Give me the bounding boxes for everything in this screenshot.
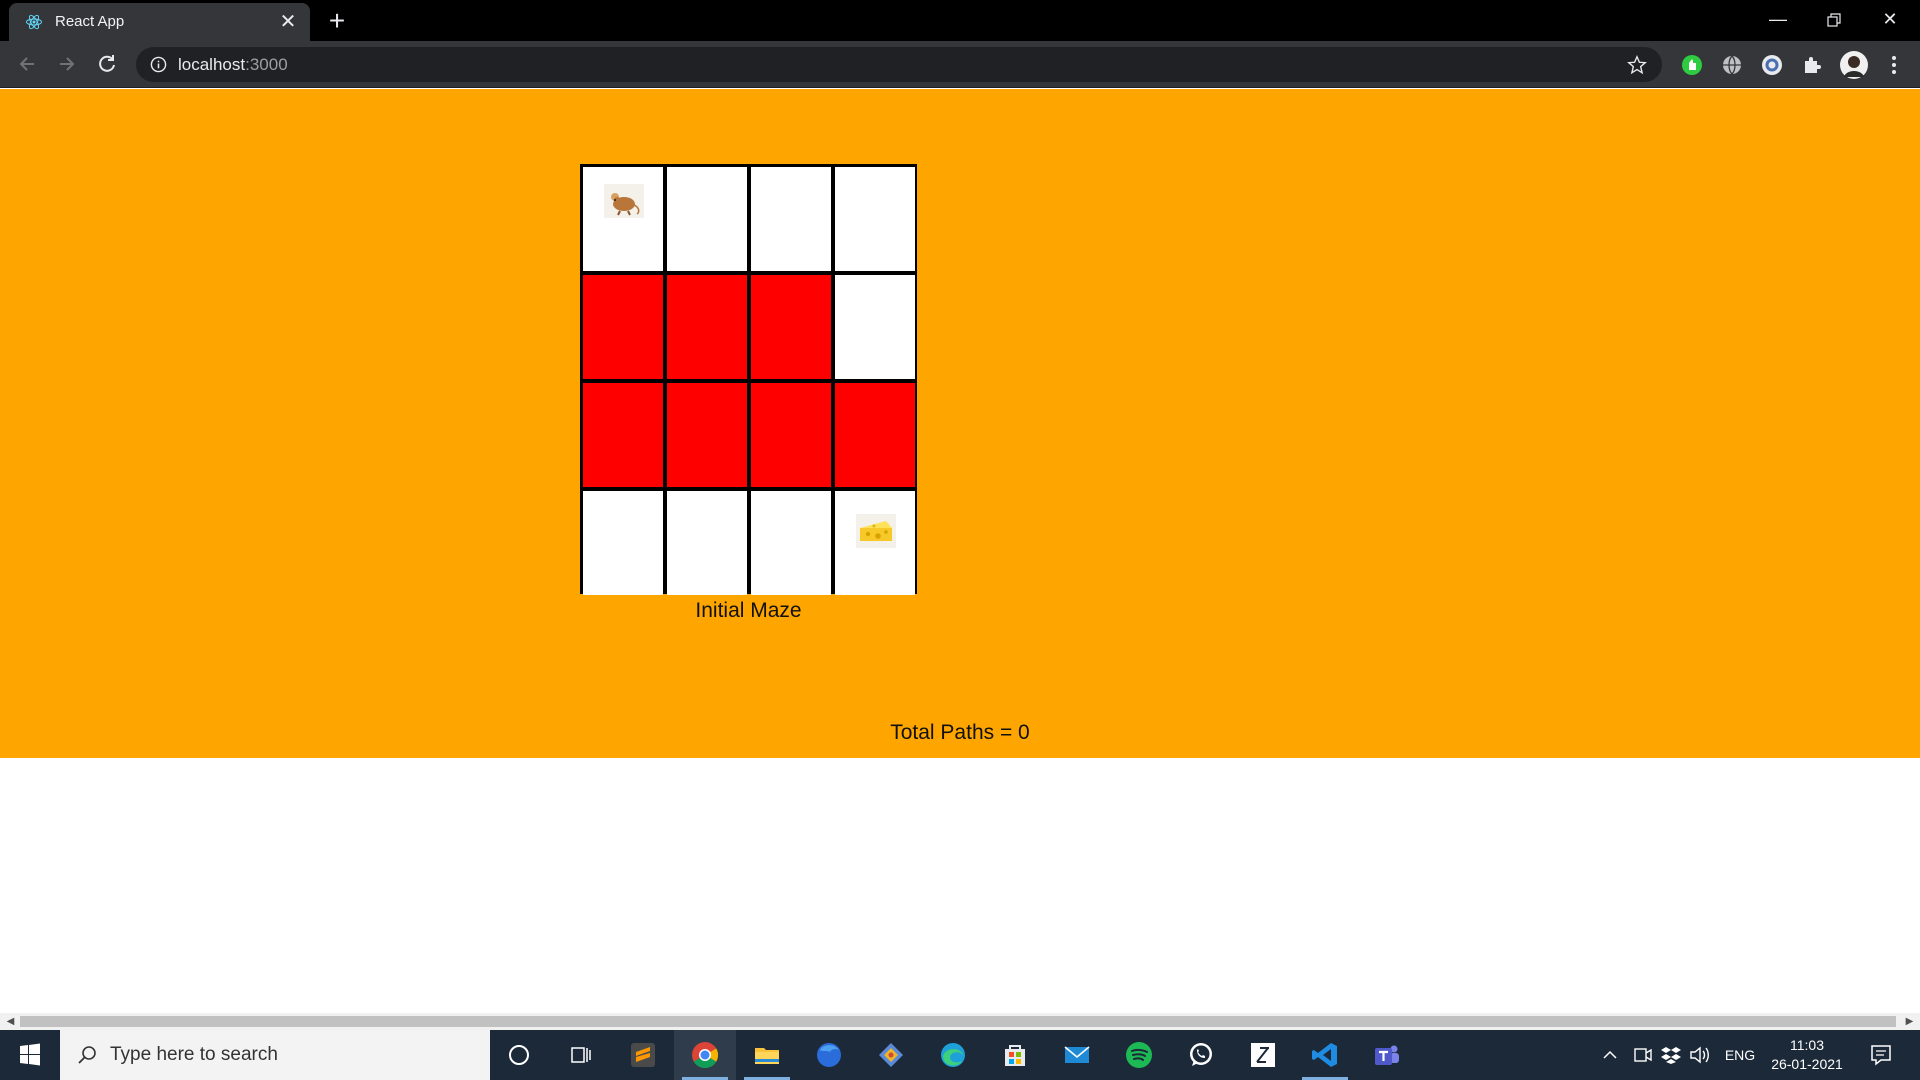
tab-react-app[interactable]: React App ✕ <box>9 3 310 41</box>
maze-cell-open <box>751 167 831 271</box>
total-paths-label: Total Paths = 0 <box>890 721 1030 744</box>
back-icon[interactable] <box>12 49 42 79</box>
sublime-text-icon[interactable] <box>612 1030 674 1080</box>
horizontal-scrollbar[interactable]: ◀ ▶ <box>0 1013 1920 1030</box>
taskbar-search-box[interactable]: Type here to search <box>60 1030 490 1080</box>
windows-taskbar: Type here to search ENG 11:03 26-01-2021 <box>0 1030 1920 1080</box>
window-close-icon[interactable]: ✕ <box>1862 0 1918 41</box>
forward-icon[interactable] <box>52 49 82 79</box>
maze-cell-wall <box>751 275 831 379</box>
green-extension-icon[interactable] <box>1680 53 1704 77</box>
maze-cell-open <box>835 275 915 379</box>
maze-cell-open <box>835 491 915 595</box>
teams-icon[interactable] <box>1356 1030 1418 1080</box>
maze-cell-wall <box>667 383 747 487</box>
maze-caption: Initial Maze <box>695 599 802 622</box>
language-indicator[interactable]: ENG <box>1722 1030 1758 1080</box>
cheese-icon <box>856 514 896 548</box>
restore-icon[interactable] <box>1806 0 1862 41</box>
tab-close-icon[interactable]: ✕ <box>276 10 300 34</box>
cortana-icon[interactable] <box>488 1030 550 1080</box>
store-icon[interactable] <box>984 1030 1046 1080</box>
url-host: localhost <box>178 55 246 74</box>
globe-extension-icon[interactable] <box>1720 53 1744 77</box>
maze-cell-wall <box>583 275 663 379</box>
minimize-icon[interactable]: — <box>1750 0 1806 41</box>
clock-date: 26-01-2021 <box>1771 1056 1843 1072</box>
scroll-right-arrow-icon[interactable]: ▶ <box>1901 1013 1918 1030</box>
maze-cell-wall <box>583 383 663 487</box>
git-icon[interactable] <box>860 1030 922 1080</box>
maze-cell-wall <box>835 383 915 487</box>
notification-center-icon[interactable] <box>1866 1030 1896 1080</box>
clock-time: 11:03 <box>1790 1037 1824 1053</box>
profile-avatar[interactable] <box>1840 51 1868 79</box>
scroll-left-arrow-icon[interactable]: ◀ <box>2 1013 19 1030</box>
search-placeholder: Type here to search <box>110 1044 278 1065</box>
maze-cell-wall <box>667 275 747 379</box>
app-container: Initial Maze Total Paths = 0 <box>0 89 1920 758</box>
system-clock[interactable]: 11:03 26-01-2021 <box>1764 1036 1850 1074</box>
maze-cell-wall <box>751 383 831 487</box>
meet-now-icon[interactable] <box>1632 1030 1654 1080</box>
bookmark-star-icon[interactable] <box>1626 54 1648 76</box>
ring-extension-icon[interactable] <box>1760 53 1784 77</box>
vscode-icon[interactable] <box>1294 1030 1356 1080</box>
file-explorer-icon[interactable] <box>736 1030 798 1080</box>
volume-icon[interactable] <box>1688 1030 1712 1080</box>
terminal-icon[interactable] <box>1232 1030 1294 1080</box>
dropbox-icon[interactable] <box>1660 1030 1682 1080</box>
browser-toolbar: localhost:3000 <box>0 41 1920 88</box>
site-info-icon[interactable] <box>150 56 167 73</box>
task-view-icon[interactable] <box>550 1030 612 1080</box>
tab-title: React App <box>55 13 125 30</box>
chrome-icon[interactable] <box>674 1030 736 1080</box>
address-bar[interactable]: localhost:3000 <box>136 47 1662 82</box>
maze-cell-open <box>583 167 663 271</box>
firefox-icon[interactable] <box>798 1030 860 1080</box>
maze-cell-open <box>667 167 747 271</box>
edge-icon[interactable] <box>922 1030 984 1080</box>
mail-icon[interactable] <box>1046 1030 1108 1080</box>
new-tab-button[interactable]: + <box>322 6 352 36</box>
maze-cell-open <box>751 491 831 595</box>
url-port: :3000 <box>245 55 288 74</box>
whatsapp-icon[interactable] <box>1170 1030 1232 1080</box>
maze-cell-open <box>583 491 663 595</box>
react-logo-icon <box>26 14 42 30</box>
search-icon <box>78 1046 96 1064</box>
scrollbar-thumb[interactable] <box>20 1016 1896 1027</box>
mouse-icon <box>604 184 644 218</box>
show-hidden-icons-icon[interactable] <box>1600 1030 1620 1080</box>
reload-icon[interactable] <box>92 49 122 79</box>
url-text: localhost:3000 <box>178 55 288 75</box>
windows-start-icon[interactable] <box>0 1030 60 1080</box>
extensions-puzzle-icon[interactable] <box>1800 53 1824 77</box>
spotify-icon[interactable] <box>1108 1030 1170 1080</box>
maze-grid <box>580 164 917 595</box>
page-viewport: Initial Maze Total Paths = 0 ◀ ▶ <box>0 89 1920 1030</box>
maze-cell-open <box>667 491 747 595</box>
maze-cell-open <box>835 167 915 271</box>
browser-tab-strip: React App ✕ + — ✕ <box>0 0 1920 41</box>
browser-menu-icon[interactable] <box>1882 53 1906 77</box>
